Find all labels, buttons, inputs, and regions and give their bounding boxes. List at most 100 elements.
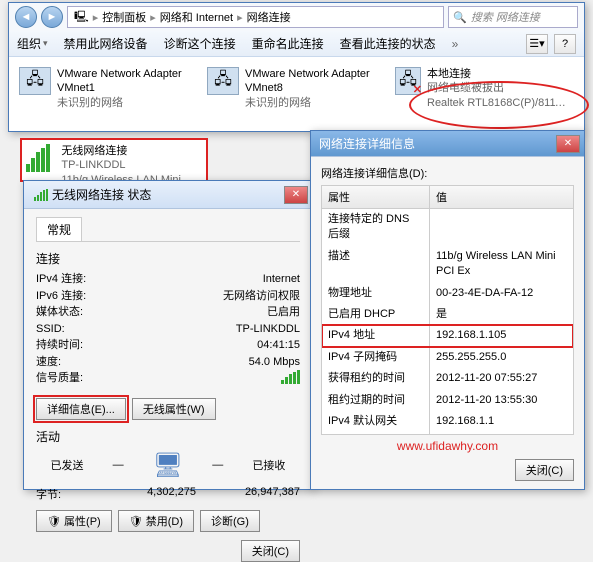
adapter-name: VMware Network Adapter xyxy=(245,67,370,81)
detail-key: 物理地址 xyxy=(322,283,430,304)
status-value: TP-LINKDDL xyxy=(126,321,300,338)
rename-button[interactable]: 重命名此连接 xyxy=(252,35,324,52)
toolbar: 组织 禁用此网络设备 诊断这个连接 重命名此连接 查看此连接的状态 » ☰▾ ? xyxy=(9,31,584,57)
organize-menu[interactable]: 组织 xyxy=(17,35,48,52)
network-adapter-icon: 🖧 xyxy=(19,67,51,95)
bytes-sent-value: 4,302,275 xyxy=(96,486,196,502)
table-row[interactable]: IPv4 默认网关192.168.1.1 xyxy=(322,411,573,432)
column-property[interactable]: 属性 xyxy=(322,186,430,208)
network-adapter-icon: 🖧 xyxy=(207,67,239,95)
signal-quality-label: 信号质量: xyxy=(36,370,126,390)
detail-value: 255.255.255.0 xyxy=(430,347,573,368)
details-button[interactable]: 详细信息(E)... xyxy=(36,398,126,420)
view-status-button[interactable]: 查看此连接的状态 xyxy=(340,35,436,52)
adapter-sub: VMnet1 xyxy=(57,81,182,95)
wireless-ssid: TP-LINKDDL xyxy=(61,158,202,172)
status-value: 54.0 Mbps xyxy=(126,354,300,371)
network-adapter-disconnected-icon: 🖧 xyxy=(395,67,421,95)
detail-value xyxy=(430,209,573,246)
detail-key: 连接特定的 DNS 后缀 xyxy=(322,209,430,246)
status-key: 媒体状态: xyxy=(36,304,126,321)
table-row[interactable]: 连接特定的 DNS 后缀 xyxy=(322,209,573,246)
section-connection: 连接 xyxy=(36,250,300,267)
bytes-recv-value: 26,947,387 xyxy=(196,486,300,502)
table-row[interactable]: IPv4 子网掩码255.255.255.0 xyxy=(322,347,573,368)
adapter-name: 本地连接 xyxy=(427,67,567,81)
diagnose-button[interactable]: 诊断这个连接 xyxy=(164,35,236,52)
diagnose-button[interactable]: 诊断(G) xyxy=(200,510,260,532)
status-key: SSID: xyxy=(36,321,126,338)
table-row[interactable]: 租约过期的时间2012-11-20 13:55:30 xyxy=(322,390,573,411)
adapter-name: VMware Network Adapter xyxy=(57,67,182,81)
signal-bars-icon xyxy=(281,370,300,384)
table-row[interactable]: 物理地址00-23-4E-DA-FA-12 xyxy=(322,283,573,304)
bytes-label: 字节: xyxy=(36,486,96,502)
forward-button[interactable]: ► xyxy=(41,6,63,28)
adapter-item[interactable]: 🖧 VMware Network Adapter VMnet8 未识别的网络 xyxy=(203,63,383,114)
wireless-status-dialog: 无线网络连接 状态 ✕ 常规 连接 IPv4 连接:InternetIPv6 连… xyxy=(23,180,313,490)
adapter-list: 🖧 VMware Network Adapter VMnet1 未识别的网络 🖧… xyxy=(9,57,584,120)
adapter-item-local[interactable]: 🖧 本地连接 网络电缆被拔出 Realtek RTL8168C(P)/8111C xyxy=(391,63,571,114)
detail-value: 2012-11-20 07:55:27 xyxy=(430,368,573,389)
dash-icon: — xyxy=(113,459,124,471)
help-button[interactable]: ? xyxy=(554,34,576,54)
properties-button[interactable]: 🛡 属性(P) xyxy=(36,510,112,532)
detail-value: 2012-11-20 13:55:30 xyxy=(430,390,573,411)
wireless-signal-icon xyxy=(26,144,55,172)
dialog-title: 网络连接详细信息 xyxy=(319,135,415,152)
table-row[interactable]: IPv4 地址192.168.1.105 xyxy=(322,325,573,346)
adapter-desc: Realtek RTL8168C(P)/8111C xyxy=(427,96,567,110)
detail-key: 已启用 DHCP xyxy=(322,304,430,325)
detail-key: IPv4 DHCP 服务器 xyxy=(322,432,430,435)
table-row[interactable]: 获得租约的时间2012-11-20 07:55:27 xyxy=(322,368,573,389)
watermark-text: www.ufidawhy.com xyxy=(321,439,574,453)
status-value: 无网络访问权限 xyxy=(126,288,300,305)
status-value: Internet xyxy=(126,271,300,288)
detail-value: 192.168.1.1 xyxy=(430,411,573,432)
status-key: IPv4 连接: xyxy=(36,271,126,288)
disable-device-button[interactable]: 禁用此网络设备 xyxy=(64,35,148,52)
view-mode-button[interactable]: ☰▾ xyxy=(526,34,548,54)
adapter-status: 未识别的网络 xyxy=(245,96,370,110)
adapter-item[interactable]: 🖧 VMware Network Adapter VMnet1 未识别的网络 xyxy=(15,63,195,114)
network-connections-window: ◄ ► 🖳 ▸ 控制面板 ▸ 网络和 Internet ▸ 网络连接 搜索 网络… xyxy=(8,2,585,132)
section-activity: 活动 xyxy=(36,428,300,445)
detail-key: IPv4 默认网关 xyxy=(322,411,430,432)
close-icon[interactable]: ✕ xyxy=(556,135,580,153)
table-row[interactable]: 已启用 DHCP是 xyxy=(322,304,573,325)
close-icon[interactable]: ✕ xyxy=(284,186,308,204)
breadcrumb-item[interactable]: 网络连接 xyxy=(247,9,291,25)
back-button[interactable]: ◄ xyxy=(15,6,37,28)
status-key: 速度: xyxy=(36,354,126,371)
detail-key: IPv4 子网掩码 xyxy=(322,347,430,368)
wireless-properties-button[interactable]: 无线属性(W) xyxy=(132,398,216,420)
close-button[interactable]: 关闭(C) xyxy=(515,459,574,481)
search-input[interactable]: 搜索 网络连接 xyxy=(448,6,578,28)
table-row[interactable]: 描述11b/g Wireless LAN Mini PCI Ex xyxy=(322,246,573,283)
detail-value: 192.168.1.105 xyxy=(430,325,573,346)
detail-key: 租约过期的时间 xyxy=(322,390,430,411)
dash-icon: — xyxy=(212,459,223,471)
adapter-status: 未识别的网络 xyxy=(57,96,182,110)
breadcrumb-item[interactable]: 网络和 Internet xyxy=(160,9,233,25)
status-key: 持续时间: xyxy=(36,337,126,354)
disable-button[interactable]: 🛡 禁用(D) xyxy=(118,510,194,532)
tab-general[interactable]: 常规 xyxy=(36,217,82,241)
signal-bars-icon xyxy=(34,189,48,201)
close-button[interactable]: 关闭(C) xyxy=(241,540,300,562)
detail-value: 192.168.1.1 xyxy=(430,432,573,435)
adapter-sub: VMnet8 xyxy=(245,81,370,95)
wireless-name: 无线网络连接 xyxy=(61,144,202,158)
details-label: 网络连接详细信息(D): xyxy=(321,165,574,181)
dialog-title: 无线网络连接 状态 xyxy=(28,186,151,203)
detail-key: IPv4 地址 xyxy=(322,325,430,346)
column-value[interactable]: 值 xyxy=(430,186,573,208)
breadcrumb-item[interactable]: 控制面板 xyxy=(102,9,146,25)
breadcrumb[interactable]: 🖳 ▸ 控制面板 ▸ 网络和 Internet ▸ 网络连接 xyxy=(67,6,444,28)
status-key: IPv6 连接: xyxy=(36,288,126,305)
breadcrumb-icon: 🖳 xyxy=(74,8,89,27)
table-row[interactable]: IPv4 DHCP 服务器192.168.1.1 xyxy=(322,432,573,435)
wireless-adapter-item[interactable]: 无线网络连接 TP-LINKDDL 11b/g Wireless LAN Min… xyxy=(20,138,208,182)
computer-icon: 🖥 xyxy=(153,451,183,480)
detail-value: 11b/g Wireless LAN Mini PCI Ex xyxy=(430,246,573,283)
